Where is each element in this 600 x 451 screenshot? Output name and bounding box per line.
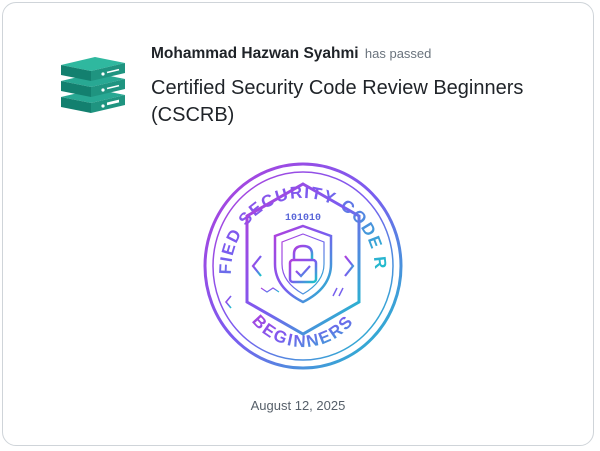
recipient-name: Mohammad Hazwan Syahmi [151, 45, 359, 62]
svg-text:BEGINNERS: BEGINNERS [248, 311, 357, 351]
badge-arc-bottom-text: BEGINNERS [248, 311, 355, 351]
status-text: has passed [364, 46, 432, 61]
recipient-line: Mohammad Hazwan Syahmi has passed [151, 45, 431, 63]
server-stack-icon [57, 55, 127, 115]
badge-binary-text: 101010 [285, 213, 321, 224]
issue-date: August 12, 2025 [250, 398, 346, 413]
certificate-card: Mohammad Hazwan Syahmi has passed Certif… [2, 2, 594, 446]
certification-badge: CERTIFIED SECURITY CODE REVIEW BEGINNERS… [192, 145, 405, 372]
shield-lock-icon [273, 224, 333, 304]
certification-title: Certified Security Code Review Beginners… [151, 77, 524, 126]
